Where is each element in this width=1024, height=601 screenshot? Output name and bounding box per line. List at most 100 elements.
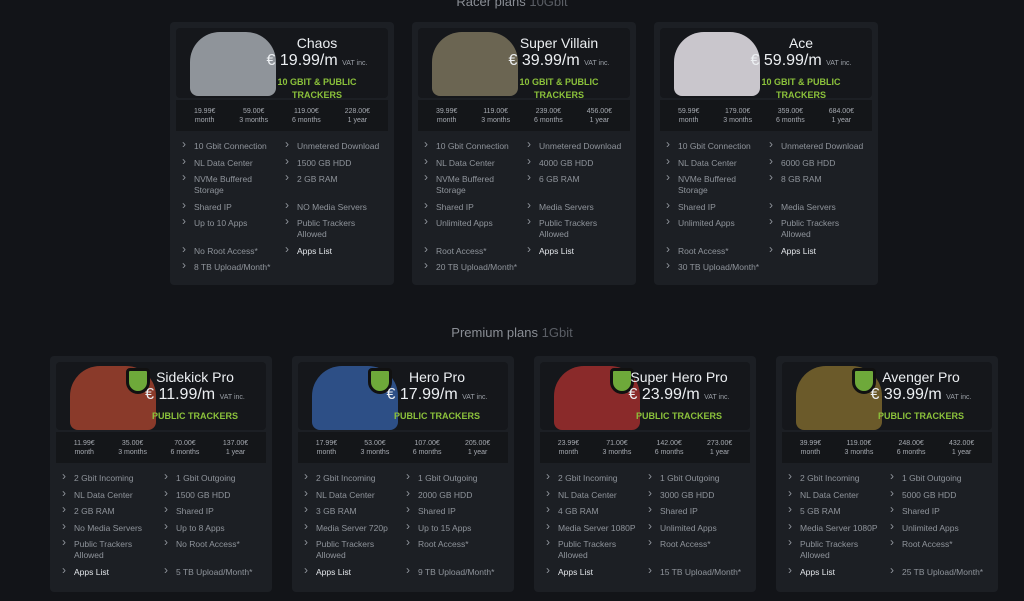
price-option[interactable]: 39.99€ month: [800, 439, 821, 457]
apps-list-link[interactable]: Apps List: [62, 565, 158, 578]
price-option[interactable]: 119.00€ 3 months: [481, 107, 510, 125]
price-period: 1 year: [225, 448, 246, 456]
price-option[interactable]: 273.00€ 1 year: [707, 439, 732, 457]
plan-card-avenger-pro[interactable]: Avenger Pro € 39.99/m VAT inc. PUBLIC TR…: [776, 356, 998, 592]
price-option[interactable]: 70.00€ 6 months: [171, 439, 200, 457]
price-option[interactable]: 137.00€ 1 year: [223, 439, 248, 457]
apps-list-link[interactable]: Apps List: [788, 565, 884, 578]
price-period: month: [316, 448, 337, 456]
price-option[interactable]: 456.00€ 1 year: [587, 107, 612, 125]
feature-item: NVMe Buffered Storage: [182, 172, 279, 196]
price-option[interactable]: 205.00€ 1 year: [465, 439, 490, 457]
plan-card-super-villain[interactable]: Super Villain € 39.99/m VAT inc. 10 GBIT…: [412, 22, 636, 285]
price-option[interactable]: 11.99€ month: [74, 439, 95, 457]
feature-item: 10 Gbit Connection: [182, 139, 279, 152]
price-option[interactable]: 17.99€ month: [316, 439, 337, 457]
feature-item: Public Trackers Allowed: [546, 537, 642, 561]
plan-card-ace[interactable]: Ace € 59.99/m VAT inc. 10 GBIT & PUBLIC …: [654, 22, 878, 285]
feature-item: Public Trackers Allowed: [527, 216, 624, 240]
plan-header: Sidekick Pro € 11.99/m VAT inc. PUBLIC T…: [56, 362, 266, 430]
feature-item: Shared IP: [648, 504, 744, 517]
plan-header: Super Villain € 39.99/m VAT inc. 10 GBIT…: [418, 28, 630, 98]
feature-item: 8 TB Upload/Month*: [182, 260, 279, 273]
plan-card-hero-pro[interactable]: Hero Pro € 17.99/m VAT inc. PUBLIC TRACK…: [292, 356, 514, 592]
feature-item: Root Access*: [666, 244, 763, 257]
price-amount: 23.99€: [557, 439, 580, 447]
feature-item: Shared IP: [164, 504, 260, 517]
plan-card-sidekick-pro[interactable]: Sidekick Pro € 11.99/m VAT inc. PUBLIC T…: [50, 356, 272, 592]
price-option[interactable]: 53.00€ 3 months: [361, 439, 390, 457]
price-amount: 179.00€: [725, 107, 751, 115]
plan-tag: PUBLIC TRACKERS: [393, 411, 480, 421]
feature-item: Media Server 720p: [304, 521, 400, 534]
vat-label: VAT inc.: [342, 60, 368, 67]
section-subtitle: 1Gbit: [541, 325, 573, 340]
price-amount: 35.00€: [121, 439, 144, 447]
plan-price: € 23.99/m VAT inc.: [628, 386, 730, 403]
price-option[interactable]: 39.99€ month: [436, 107, 457, 125]
plan-name: Hero Pro: [408, 369, 466, 385]
price-amount: 119.00€: [483, 107, 509, 115]
plan-tag: 10 GBIT & PUBLIC TRACKERS: [519, 77, 599, 98]
plan-name: Chaos: [296, 35, 338, 51]
price-option[interactable]: 228.00€ 1 year: [345, 107, 370, 125]
feature-item: No Root Access*: [164, 537, 260, 561]
apps-list-link[interactable]: Apps List: [769, 244, 866, 257]
apps-list-link[interactable]: Apps List: [304, 565, 400, 578]
price-period: 3 months: [723, 116, 753, 124]
price-option[interactable]: 684.00€ 1 year: [829, 107, 854, 125]
apps-list-link[interactable]: Apps List: [546, 565, 642, 578]
price-option[interactable]: 71.00€ 3 months: [603, 439, 632, 457]
price-option[interactable]: 107.00€ 6 months: [413, 439, 442, 457]
price-option[interactable]: 179.00€ 3 months: [723, 107, 752, 125]
feature-item: Up to 15 Apps: [406, 521, 502, 534]
plan-price: € 19.99/m VAT inc.: [266, 52, 368, 69]
price-option[interactable]: 35.00€ 3 months: [118, 439, 147, 457]
price-amount: 228.00€: [344, 107, 370, 115]
feature-item: NL Data Center: [546, 488, 642, 501]
plan-price: € 39.99/m VAT inc.: [508, 52, 610, 69]
price-amount: 142.00€: [656, 439, 682, 447]
price-amount: 205.00€: [464, 439, 491, 447]
price-option[interactable]: 119.00€ 3 months: [845, 439, 874, 457]
feature-item: 30 TB Upload/Month*: [666, 260, 763, 273]
feature-item: 2 Gbit Incoming: [304, 471, 400, 484]
price-option[interactable]: 59.99€ month: [678, 107, 699, 125]
price-option[interactable]: 248.00€ 6 months: [897, 439, 926, 457]
vat-label: VAT inc.: [462, 394, 488, 401]
price-option[interactable]: 59.00€ 3 months: [239, 107, 268, 125]
vat-label: VAT inc.: [584, 60, 610, 67]
vat-label: VAT inc.: [704, 394, 730, 401]
plan-tag: PUBLIC TRACKERS: [877, 411, 964, 421]
price-amount: 19.99€: [193, 107, 216, 115]
price-option[interactable]: 119.00€ 6 months: [292, 107, 321, 125]
plan-tag: PUBLIC TRACKERS: [151, 411, 238, 421]
apps-list-link[interactable]: Apps List: [527, 244, 624, 257]
price-amount: 39.99€: [435, 107, 458, 115]
feature-item: 2000 GB HDD: [406, 488, 502, 501]
price-period: 1 year: [831, 116, 852, 124]
feature-item: Public Trackers Allowed: [62, 537, 158, 561]
price-option[interactable]: 239.00€ 6 months: [534, 107, 563, 125]
feature-item: Media Servers: [769, 200, 866, 213]
price-option[interactable]: 142.00€ 6 months: [655, 439, 684, 457]
feature-item: NVMe Buffered Storage: [424, 172, 521, 196]
plan-header: Ace € 59.99/m VAT inc. 10 GBIT & PUBLIC …: [660, 28, 872, 98]
price-period: 6 months: [533, 116, 563, 124]
price-option[interactable]: 359.00€ 6 months: [776, 107, 805, 125]
feature-item: 1 Gbit Outgoing: [648, 471, 744, 484]
feature-list: 10 Gbit Connection Unmetered Download NL D…: [418, 131, 630, 279]
apps-list-link[interactable]: Apps List: [285, 244, 382, 257]
vat-label: VAT inc.: [219, 394, 245, 401]
plan-card-chaos[interactable]: Chaos € 19.99/m VAT inc. 10 GBIT & PUBLI…: [170, 22, 394, 285]
price-amount: 119.00€: [293, 107, 319, 115]
price-option[interactable]: 19.99€ month: [194, 107, 215, 125]
price-option[interactable]: 432.00€ 1 year: [949, 439, 974, 457]
plan-card-super-hero-pro[interactable]: Super Hero Pro € 23.99/m VAT inc. PUBLIC…: [534, 356, 756, 592]
plan-header: Avenger Pro € 39.99/m VAT inc. PUBLIC TR…: [782, 362, 992, 430]
price-option[interactable]: 23.99€ month: [558, 439, 579, 457]
price-amount: 119.00€: [846, 439, 872, 447]
feature-item: Unmetered Download: [527, 139, 624, 152]
price-period: 1 year: [347, 116, 368, 124]
feature-item: Shared IP: [890, 504, 986, 517]
